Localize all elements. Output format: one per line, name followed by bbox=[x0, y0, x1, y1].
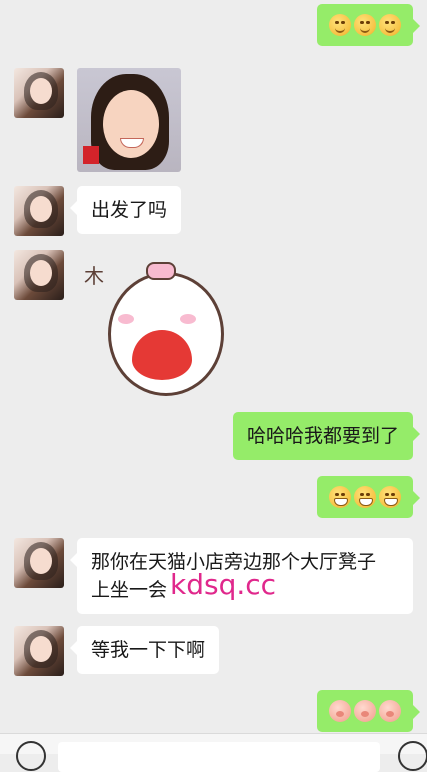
text-message[interactable]: 等我一下下啊 bbox=[69, 626, 220, 674]
emoji-bubble[interactable] bbox=[317, 690, 420, 732]
sticker-message[interactable]: 木 bbox=[80, 258, 230, 398]
grin-emoji-icon bbox=[354, 486, 376, 508]
smile-emoji-icon bbox=[379, 14, 401, 36]
emoji-bubble[interactable] bbox=[317, 476, 420, 518]
message-input[interactable] bbox=[58, 742, 380, 772]
pig-emoji-icon bbox=[329, 700, 351, 722]
voice-icon[interactable] bbox=[16, 741, 46, 771]
emoji-bubble[interactable] bbox=[317, 4, 420, 46]
contact-avatar[interactable] bbox=[14, 186, 64, 236]
text-message[interactable]: 哈哈哈我都要到了 bbox=[232, 412, 421, 460]
plus-icon[interactable] bbox=[398, 741, 427, 771]
input-toolbar bbox=[0, 733, 427, 772]
grin-emoji-icon bbox=[379, 486, 401, 508]
contact-avatar[interactable] bbox=[14, 250, 64, 300]
photo-message[interactable] bbox=[77, 68, 181, 172]
contact-avatar[interactable] bbox=[14, 68, 64, 118]
sticker-mark: 木 bbox=[84, 264, 104, 288]
pig-emoji-icon bbox=[354, 700, 376, 722]
pig-emoji-icon bbox=[379, 700, 401, 722]
text-message[interactable]: 出发了吗 bbox=[69, 186, 182, 234]
watermark: kdsq.cc bbox=[170, 568, 277, 601]
smile-emoji-icon bbox=[354, 14, 376, 36]
contact-avatar[interactable] bbox=[14, 538, 64, 588]
logo-stamp-icon bbox=[83, 146, 99, 164]
grin-emoji-icon bbox=[329, 486, 351, 508]
contact-avatar[interactable] bbox=[14, 626, 64, 676]
smile-emoji-icon bbox=[329, 14, 351, 36]
